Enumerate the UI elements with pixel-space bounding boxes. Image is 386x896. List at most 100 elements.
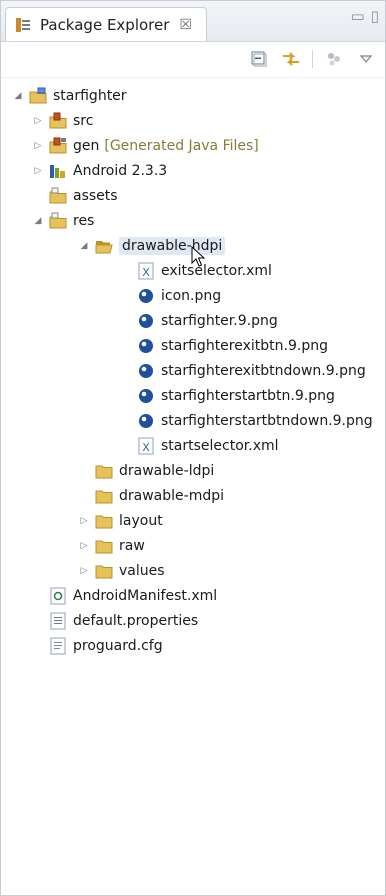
tree-item-decoration: [Generated Java Files]: [104, 137, 259, 154]
folder-icon: [95, 462, 113, 480]
collapsed-arrow-icon[interactable]: ▷: [31, 114, 45, 128]
mouse-pointer-icon: [191, 246, 206, 267]
tree-item-label: starfighterexitbtn.9.png: [161, 337, 328, 354]
tree-item[interactable]: ▷ values: [1, 558, 385, 583]
folder-icon: [95, 512, 113, 530]
tree-item[interactable]: ▷ Android 2.3.3: [1, 158, 385, 183]
folder-icon: [95, 537, 113, 555]
image-file-icon: [137, 287, 155, 305]
collapsed-arrow-icon[interactable]: ▷: [77, 514, 91, 528]
text-file-icon: [49, 637, 67, 655]
toolbar-separator: [312, 50, 313, 68]
tree-item-label: drawable-ldpi: [119, 462, 215, 479]
tree-item[interactable]: ▷ layout: [1, 508, 385, 533]
collapsed-arrow-icon[interactable]: ▷: [31, 139, 45, 153]
expanded-arrow-icon[interactable]: ◢: [11, 89, 25, 103]
window-controls: ▭ ▯: [351, 7, 379, 25]
package-explorer-view: Package Explorer ☒ ▭ ▯ ◢ starfighter ▷ s…: [0, 0, 386, 896]
tree-item[interactable]: ◢ starfighter: [1, 83, 385, 108]
tree-item-label: proguard.cfg: [73, 637, 163, 654]
view-toolbar: [1, 41, 385, 78]
image-file-icon: [137, 337, 155, 355]
tree-item[interactable]: ▷ gen [Generated Java Files]: [1, 133, 385, 158]
tree-item[interactable]: proguard.cfg: [1, 633, 385, 658]
package-folder-icon: [49, 187, 67, 205]
tree-item-label: starfighterexitbtndown.9.png: [161, 362, 366, 379]
filter-icon[interactable]: [323, 48, 345, 70]
tree-item[interactable]: ▷ src: [1, 108, 385, 133]
manifest-file-icon: [49, 587, 67, 605]
tree-item-label: starfighter: [53, 87, 127, 104]
collapsed-arrow-icon[interactable]: ▷: [31, 164, 45, 178]
tree-item-label: exitselector.xml: [161, 262, 272, 279]
tree-item[interactable]: starfighterstartbtn.9.png: [1, 383, 385, 408]
close-icon[interactable]: ☒: [179, 17, 192, 33]
view-tab-bar: Package Explorer ☒ ▭ ▯: [1, 1, 385, 42]
tree-item-label: icon.png: [161, 287, 222, 304]
tree-item[interactable]: assets: [1, 183, 385, 208]
tree-item-label: raw: [119, 537, 145, 554]
tree-item[interactable]: starfighterstartbtndown.9.png: [1, 408, 385, 433]
tree-item-label: AndroidManifest.xml: [73, 587, 218, 604]
tree-item[interactable]: Xstartselector.xml: [1, 433, 385, 458]
tree-item[interactable]: ▷ raw: [1, 533, 385, 558]
tree-item[interactable]: icon.png: [1, 283, 385, 308]
generated-folder-icon: [49, 137, 67, 155]
collapsed-arrow-icon[interactable]: ▷: [77, 539, 91, 553]
tree-item-label: Android 2.3.3: [73, 162, 168, 179]
project-icon: [29, 87, 47, 105]
tab-package-explorer[interactable]: Package Explorer ☒: [5, 7, 207, 41]
tree-item-label: starfighterstartbtndown.9.png: [161, 412, 373, 429]
tree-item[interactable]: starfighterexitbtndown.9.png: [1, 358, 385, 383]
tree-item-label: values: [119, 562, 165, 579]
xml-file-icon: X: [137, 262, 155, 280]
xml-file-icon: X: [137, 437, 155, 455]
link-with-editor-icon[interactable]: [280, 48, 302, 70]
tree-item[interactable]: default.properties: [1, 608, 385, 633]
folder-icon: [95, 487, 113, 505]
tree-item-label: res: [73, 212, 95, 229]
folder-icon: [95, 562, 113, 580]
tree-item-label: startselector.xml: [161, 437, 279, 454]
tree-item-label: gen: [73, 137, 100, 154]
tree-item-label: assets: [73, 187, 118, 204]
tree-item-label: drawable-mdpi: [119, 487, 224, 504]
tree-item[interactable]: starfighterexitbtn.9.png: [1, 333, 385, 358]
image-file-icon: [137, 312, 155, 330]
folder-open-icon: [95, 237, 113, 255]
view-menu-chevron-icon[interactable]: [355, 48, 377, 70]
tree-item-label: src: [73, 112, 94, 129]
properties-file-icon: [49, 612, 67, 630]
tree-item-label: starfighter.9.png: [161, 312, 278, 329]
tree-item[interactable]: AndroidManifest.xml: [1, 583, 385, 608]
tree-item[interactable]: drawable-mdpi: [1, 483, 385, 508]
collapsed-arrow-icon[interactable]: ▷: [77, 564, 91, 578]
package-explorer-icon: [14, 16, 32, 34]
expanded-arrow-icon[interactable]: ◢: [77, 239, 91, 253]
minimize-icon[interactable]: ▭: [351, 7, 365, 25]
svg-text:X: X: [142, 441, 150, 454]
tree-item[interactable]: drawable-ldpi: [1, 458, 385, 483]
tree-item[interactable]: ◢ res: [1, 208, 385, 233]
image-file-icon: [137, 362, 155, 380]
tree-item-label: starfighterstartbtn.9.png: [161, 387, 335, 404]
project-tree: ◢ starfighter ▷ src ▷ gen [Generated Java File…: [1, 77, 385, 895]
source-folder-icon: [49, 112, 67, 130]
expanded-arrow-icon[interactable]: ◢: [31, 214, 45, 228]
package-folder-icon: [49, 212, 67, 230]
collapse-all-icon[interactable]: [248, 48, 270, 70]
maximize-icon[interactable]: ▯: [371, 7, 379, 25]
tree-item[interactable]: starfighter.9.png: [1, 308, 385, 333]
